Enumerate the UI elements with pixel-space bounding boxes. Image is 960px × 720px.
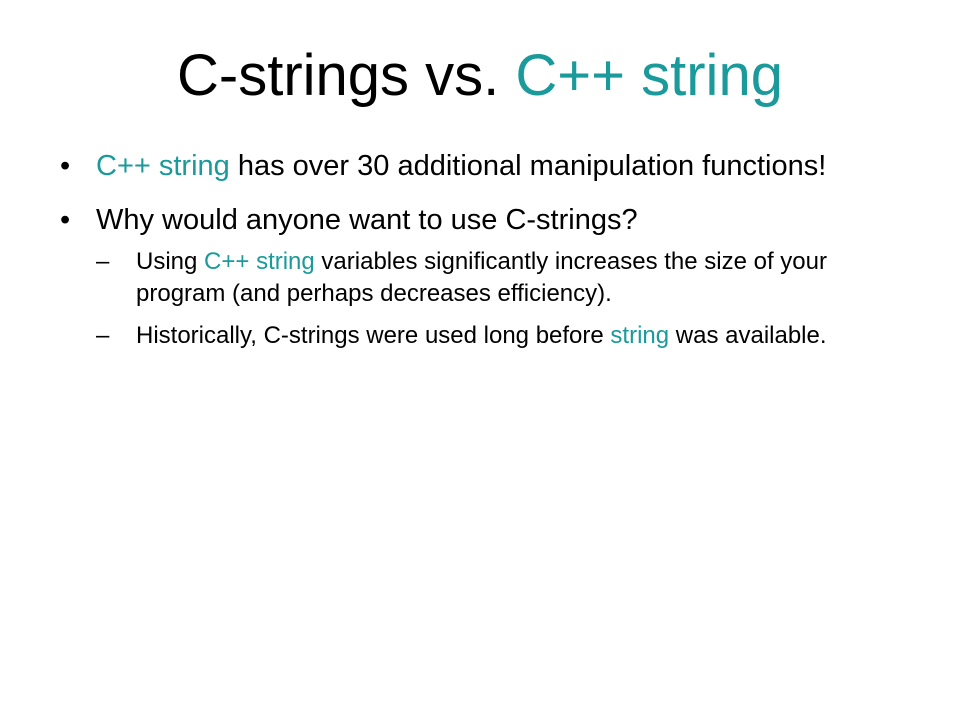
sub-bullet-text-before: Using <box>136 248 205 275</box>
sub-bullet-text-after: was available. <box>669 322 827 349</box>
bullet-item-functions: • C++ string has over 30 additional mani… <box>58 146 908 186</box>
sub-bullet-list: – Using C++ string variables significant… <box>96 246 908 352</box>
bullet-list: • C++ string has over 30 additional mani… <box>58 146 908 366</box>
bullet-item-why-c-strings: • Why would anyone want to use C-strings… <box>58 200 908 352</box>
sub-bullet-accent-text: string <box>610 322 670 349</box>
bullet-marker: • <box>60 150 71 182</box>
sub-bullet-program-size: – Using C++ string variables significant… <box>96 246 896 310</box>
bullet-marker: • <box>60 204 71 236</box>
slide-title: C-strings vs. C++ string <box>0 38 960 114</box>
sub-bullet-marker: – <box>96 322 110 349</box>
slide-title-prefix: C-strings vs. <box>177 43 516 108</box>
bullet-text: has over 30 additional manipulation func… <box>229 150 827 182</box>
bullet-text: Why would anyone want to use C-strings? <box>96 204 638 236</box>
slide-title-accent: C++ string <box>515 43 783 108</box>
sub-bullet-marker: – <box>96 248 110 275</box>
sub-bullet-history: – Historically, C-strings were used long… <box>96 320 896 352</box>
sub-bullet-accent-text: C++ string <box>204 248 315 275</box>
slide: C-strings vs. C++ string • C++ string ha… <box>0 0 960 720</box>
sub-bullet-text-before: Historically, C-strings were used long b… <box>136 322 611 349</box>
bullet-accent-text: C++ string <box>96 150 230 182</box>
